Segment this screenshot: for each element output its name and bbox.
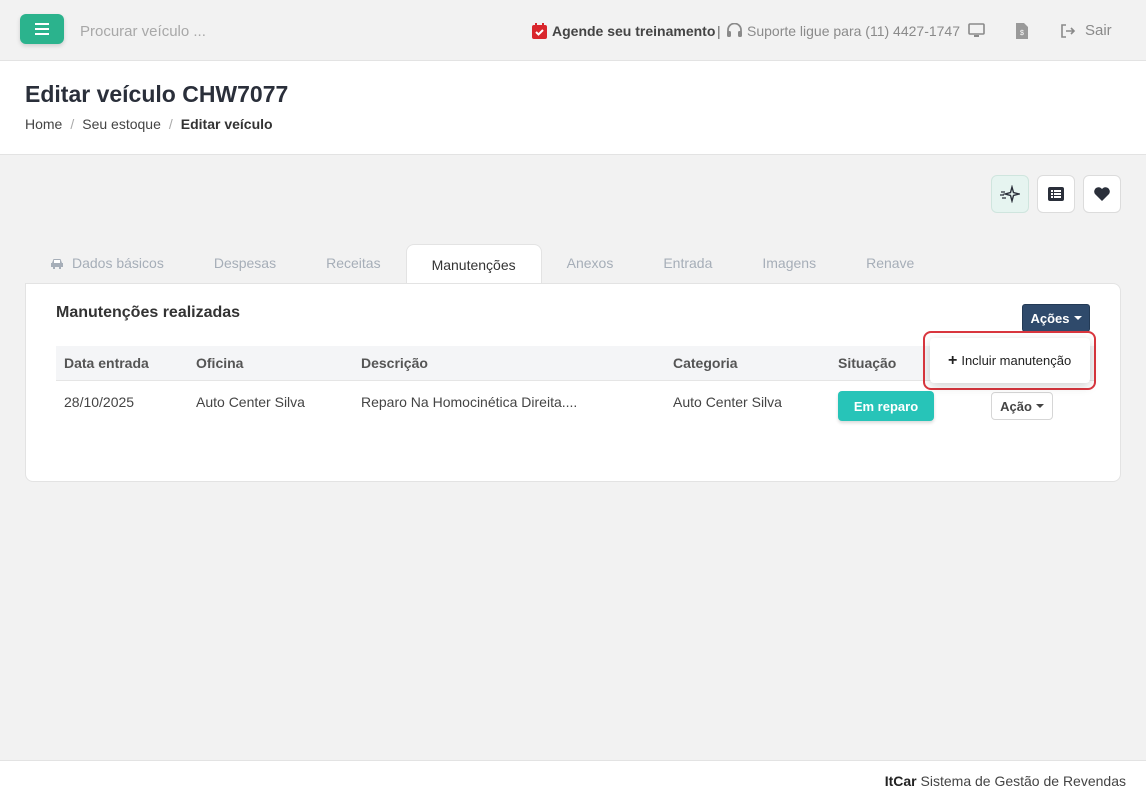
tab-label: Imagens <box>762 255 817 271</box>
page-header: Editar veículo CHW7077 Home / Seu estoqu… <box>0 61 1146 155</box>
calendar-check-icon <box>532 22 547 39</box>
column-header-data-entrada[interactable]: Data entrada <box>64 355 149 371</box>
tab-manutencoes[interactable]: Manutenções <box>405 244 542 284</box>
page-title: Editar veículo CHW7077 <box>25 81 289 107</box>
row-action-button[interactable]: Ação <box>991 392 1053 420</box>
menu-item-label: Incluir manutenção <box>961 353 1072 368</box>
footer: ItCar Sistema de Gestão de Revendas <box>0 760 1146 800</box>
actions-dropdown-button[interactable]: Ações <box>1022 304 1090 332</box>
document-button[interactable]: $ <box>1016 0 1028 61</box>
breadcrumb-separator: / <box>70 116 75 132</box>
list-button[interactable] <box>1037 175 1075 213</box>
tab-dados-basicos[interactable]: Dados básicos <box>25 243 189 283</box>
cell-descricao: Reparo Na Homocinética Direita.... <box>361 394 578 410</box>
sign-out-icon <box>1061 23 1076 38</box>
divider: | <box>717 22 721 39</box>
actions-dropdown-menu: + Incluir manutenção <box>930 338 1090 383</box>
breadcrumb-stock[interactable]: Seu estoque <box>82 116 161 132</box>
breadcrumb-current: Editar veículo <box>180 116 273 132</box>
tab-label: Dados básicos <box>72 255 164 271</box>
support-label: Suporte ligue para (11) 4427-1747 <box>747 22 961 39</box>
column-header-descricao[interactable]: Descrição <box>361 355 428 371</box>
breadcrumb-separator: / <box>168 116 173 132</box>
tab-receitas[interactable]: Receitas <box>301 243 405 283</box>
car-icon <box>50 258 64 269</box>
tab-bar: Dados básicos Despesas Receitas Manutenç… <box>25 243 939 284</box>
tab-label: Manutenções <box>431 256 516 273</box>
footer-tagline: Sistema de Gestão de Revendas <box>920 773 1126 789</box>
tab-label: Entrada <box>663 255 713 271</box>
plus-icon: + <box>948 351 958 369</box>
status-badge: Em reparo <box>838 391 934 421</box>
caret-down-icon <box>1035 404 1044 408</box>
column-header-oficina[interactable]: Oficina <box>196 355 243 371</box>
tab-despesas[interactable]: Despesas <box>189 243 301 283</box>
tab-anexos[interactable]: Anexos <box>542 243 639 283</box>
logout-button[interactable]: Sair <box>1060 0 1112 61</box>
cell-categoria: Auto Center Silva <box>673 394 782 410</box>
tab-label: Renave <box>866 255 915 271</box>
breadcrumb-home[interactable]: Home <box>25 116 62 132</box>
menu-button[interactable] <box>20 14 64 44</box>
cell-oficina: Auto Center Silva <box>196 394 305 410</box>
column-header-situacao[interactable]: Situação <box>838 355 896 371</box>
invoice-icon: $ <box>1016 22 1028 39</box>
row-action-label: Ação <box>1000 398 1032 414</box>
tab-label: Despesas <box>213 255 277 271</box>
card-title: Manutenções realizadas <box>56 304 241 321</box>
support-info: Suporte ligue para (11) 4427-1747 <box>726 0 960 61</box>
tab-renave[interactable]: Renave <box>841 243 939 283</box>
schedule-training-link[interactable]: Agende seu treinamento <box>532 0 715 61</box>
headset-icon <box>727 22 742 37</box>
monitor-button[interactable] <box>968 0 985 61</box>
tab-imagens[interactable]: Imagens <box>737 243 841 283</box>
heart-icon <box>1094 187 1110 201</box>
footer-text: ItCar Sistema de Gestão de Revendas <box>885 773 1126 789</box>
menu-item-incluir-manutencao[interactable]: + Incluir manutenção <box>948 352 1071 370</box>
list-icon <box>1048 187 1064 201</box>
logout-label: Sair <box>1085 22 1112 39</box>
cell-data-entrada: 28/10/2025 <box>64 394 135 410</box>
tab-label: Anexos <box>566 255 614 271</box>
breadcrumb: Home / Seu estoque / Editar veículo <box>25 116 273 132</box>
ai-assist-button[interactable] <box>991 175 1029 213</box>
column-header-categoria[interactable]: Categoria <box>673 355 738 371</box>
svg-text:$: $ <box>1020 30 1024 37</box>
tab-entrada[interactable]: Entrada <box>638 243 737 283</box>
vehicle-search-input[interactable] <box>80 20 380 42</box>
sparkle-icon <box>1000 185 1020 203</box>
hamburger-icon <box>35 23 49 35</box>
top-bar: Agende seu treinamento | Suporte ligue p… <box>0 0 1146 61</box>
schedule-training-label: Agende seu treinamento <box>552 22 716 39</box>
monitor-icon <box>968 23 985 37</box>
actions-label: Ações <box>1030 310 1070 326</box>
favorite-button[interactable] <box>1083 175 1121 213</box>
footer-brand: ItCar <box>884 773 917 789</box>
tab-label: Receitas <box>326 255 381 271</box>
caret-down-icon <box>1073 316 1082 320</box>
